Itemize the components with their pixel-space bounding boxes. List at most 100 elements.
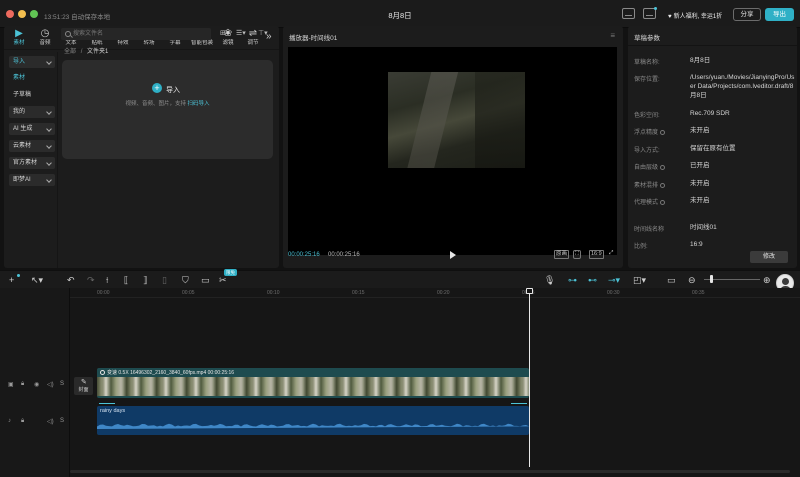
info-icon[interactable]: [660, 129, 666, 135]
modify-button[interactable]: 修改: [750, 251, 788, 263]
speed-icon: [100, 370, 105, 376]
param-label: 保存位置:: [634, 77, 660, 83]
sidebar-item-cloud[interactable]: 云素材: [9, 140, 55, 152]
solo-icon[interactable]: S: [60, 418, 64, 424]
timeline-view-icon[interactable]: ▭: [667, 274, 676, 286]
undo-icon[interactable]: ↶: [67, 274, 75, 286]
track-type-video-icon: ▣: [8, 382, 14, 388]
video-clip[interactable]: 变速 0.5X 16496302_2160_3840_60fps.mp4 00:…: [97, 368, 529, 398]
search-input[interactable]: [61, 28, 211, 40]
sidebar-item-ai-generate[interactable]: AI 生成: [9, 123, 55, 135]
sidebar-item-official[interactable]: 官方素材: [9, 157, 55, 169]
filter-dropdown-icon[interactable]: ⊤▾: [258, 29, 268, 37]
param-label: 比例:: [634, 244, 648, 250]
ruler-tick: 00:10: [267, 290, 280, 296]
tab-label: 素材: [13, 40, 25, 46]
notification-dot: [654, 7, 657, 10]
zoom-slider-thumb[interactable]: [710, 275, 713, 283]
menu-icon[interactable]: ≡: [610, 31, 615, 40]
info-icon[interactable]: [660, 164, 666, 170]
mark-icon[interactable]: ⛉: [182, 274, 189, 286]
pencil-icon: ✎: [81, 379, 87, 386]
share-button[interactable]: 分享: [733, 8, 761, 21]
fade-in-handle[interactable]: [99, 403, 115, 404]
export-button[interactable]: 导出: [765, 8, 794, 21]
magnet-icon[interactable]: ⊷: [588, 274, 597, 286]
playhead-handle[interactable]: [526, 288, 533, 294]
playhead[interactable]: [529, 293, 530, 467]
add-track-icon[interactable]: +: [9, 274, 14, 286]
title-bar: 13:51:23 自动保存本地 8月8日 新人福利, 幸运1折 分享 导出: [0, 0, 800, 28]
preview-axis-icon[interactable]: ⊸▾: [608, 274, 620, 286]
sidebar-item-subdraft[interactable]: 子草稿: [9, 89, 55, 101]
sidebar-item-import[interactable]: 导入: [9, 56, 55, 68]
redo-icon[interactable]: ↷: [87, 274, 95, 286]
param-label: 草稿名称:: [634, 60, 660, 66]
fit-screen-icon[interactable]: ⛶: [573, 250, 581, 259]
breadcrumb-root[interactable]: 全部: [64, 49, 76, 55]
play-icon[interactable]: [450, 251, 456, 259]
info-icon[interactable]: [660, 199, 666, 205]
import-title: 导入: [166, 87, 180, 94]
solo-icon[interactable]: S: [60, 381, 64, 387]
param-label-float-precision: 浮点精度: [634, 127, 666, 136]
video-thumbnails: [97, 377, 529, 396]
microphone-icon[interactable]: 🎙: [544, 274, 555, 286]
param-mixed-media: 未开启: [690, 180, 710, 187]
aspect-ratio-button[interactable]: 16:9: [589, 250, 604, 259]
video-clip-text: 变速 0.5X 16496302_2160_3840_60fps.mp4 00:…: [107, 370, 235, 376]
sidebar-item-media[interactable]: 素材: [9, 72, 55, 84]
monitor-icon[interactable]: [622, 8, 635, 19]
link-clip-icon[interactable]: ⊶: [568, 274, 577, 286]
param-free-layer: 已开启: [690, 162, 710, 169]
delete-icon[interactable]: ▯: [162, 274, 167, 286]
fullscreen-icon[interactable]: ⤢: [608, 250, 614, 259]
audio-clip[interactable]: rainy days: [97, 406, 529, 435]
tab-audio[interactable]: ◷ 音频: [32, 28, 58, 48]
param-label: 浮点精度: [634, 130, 659, 136]
mute-icon[interactable]: ◁): [47, 418, 54, 425]
zoom-in-icon[interactable]: ⊕: [763, 274, 771, 286]
ruler-tick: 00:35: [692, 290, 705, 296]
mute-icon[interactable]: ◁): [47, 381, 54, 388]
import-dropzone[interactable]: + 导入 视频、音频、图片，支持 扫码导入: [62, 60, 273, 159]
draft-params-panel: 草稿参数 草稿名称: 8月8日 保存位置: /Users/yuan./Movie…: [628, 26, 797, 268]
horizontal-scrollbar[interactable]: [70, 470, 790, 473]
time-ruler[interactable]: 00:00 00:05 00:10 00:15 00:20 00:25 00:3…: [70, 288, 800, 298]
welfare-banner[interactable]: 新人福利, 幸运1折: [668, 11, 723, 20]
free-badge: 限免: [224, 269, 237, 276]
cover-button[interactable]: ✎ 封面: [74, 377, 93, 395]
split-icon[interactable]: ⟊: [106, 274, 108, 286]
zoom-out-icon[interactable]: ⊖: [688, 274, 696, 286]
info-icon[interactable]: [660, 182, 666, 188]
tab-label: 转场: [143, 40, 155, 46]
param-aspect-ratio: 16:9: [690, 241, 703, 248]
original-quality-button[interactable]: 原画: [554, 250, 570, 259]
select-tool-icon[interactable]: ↖▾: [31, 274, 43, 286]
player-canvas[interactable]: [288, 47, 617, 255]
split-left-icon[interactable]: ⟦: [124, 274, 128, 286]
split-screen-icon[interactable]: ◰▾: [633, 274, 646, 286]
fade-out-handle[interactable]: [511, 403, 527, 404]
tab-media[interactable]: ▶ 素材: [6, 28, 32, 48]
sidebar-item-mine[interactable]: 我的: [9, 106, 55, 118]
param-color-space: Rec.709 SDR: [690, 110, 730, 117]
tab-label: 字幕: [169, 40, 181, 46]
scan-import-link[interactable]: 扫码导入: [188, 101, 210, 107]
eye-icon[interactable]: ◉: [34, 381, 39, 388]
lock-icon[interactable]: 🔒︎: [21, 381, 24, 388]
player-panel: 播放器-时间线01 ≡ 00:00:25:16 00:00:25:16 原画 ⛶…: [283, 26, 623, 268]
grid-view-icon[interactable]: ⊞: [220, 29, 226, 37]
tab-label: 音频: [39, 40, 51, 46]
notification-dot: [17, 274, 20, 277]
lock-icon[interactable]: 🔒︎: [21, 418, 24, 425]
search-icon: [65, 31, 71, 37]
split-right-icon[interactable]: ⟧: [143, 274, 147, 286]
tab-label: 智能包装: [190, 40, 213, 46]
param-label: 导入方式:: [634, 148, 660, 154]
tab-label: 滤镜: [222, 40, 234, 46]
crop-icon[interactable]: ▭: [201, 274, 210, 286]
param-timeline-name: 时间线01: [690, 224, 717, 231]
sidebar-item-jimeng-ai[interactable]: 即梦AI: [9, 174, 55, 186]
sort-icon[interactable]: ☰▾: [236, 29, 246, 37]
